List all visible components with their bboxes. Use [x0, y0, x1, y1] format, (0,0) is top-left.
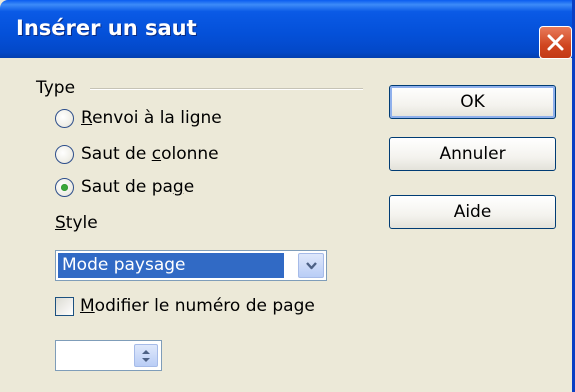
checkbox-label: Modifier le numéro de page: [80, 296, 315, 316]
dropdown-toggle-button[interactable]: [298, 253, 324, 278]
dialog-title: Insérer un saut: [16, 16, 197, 40]
ok-button[interactable]: OK: [389, 85, 556, 119]
change-page-number-checkbox[interactable]: [55, 296, 74, 316]
chevron-down-icon: [306, 262, 317, 270]
style-dropdown[interactable]: Mode paysage: [55, 250, 327, 281]
radio-button[interactable]: [55, 108, 74, 128]
spin-arrows-icon: [142, 350, 150, 362]
spin-buttons[interactable]: [134, 344, 158, 367]
page-number-spinbox[interactable]: [55, 340, 162, 371]
title-bar[interactable]: Insérer un saut: [0, 0, 572, 58]
change-page-number-option[interactable]: Modifier le numéro de page: [55, 296, 315, 316]
radio-label: Renvoi à la ligne: [81, 108, 222, 128]
insert-break-dialog: Insérer un saut Type Renvoi à la ligne S…: [0, 0, 575, 392]
radio-line-break[interactable]: Renvoi à la ligne: [55, 108, 222, 128]
help-button[interactable]: Aide: [389, 195, 556, 229]
cancel-button[interactable]: Annuler: [389, 137, 556, 171]
style-dropdown-value: Mode paysage: [58, 253, 284, 278]
radio-button-selected[interactable]: [55, 177, 74, 197]
radio-label: Saut de colonne: [81, 144, 219, 164]
radio-page-break[interactable]: Saut de page: [55, 177, 194, 197]
close-button[interactable]: [539, 26, 572, 59]
group-separator: [90, 88, 363, 90]
radio-button[interactable]: [55, 144, 74, 164]
type-group-label: Type: [36, 78, 76, 98]
radio-column-break[interactable]: Saut de colonne: [55, 144, 219, 164]
style-label: Style: [55, 213, 98, 233]
radio-label: Saut de page: [81, 177, 195, 197]
close-icon: [547, 34, 564, 51]
